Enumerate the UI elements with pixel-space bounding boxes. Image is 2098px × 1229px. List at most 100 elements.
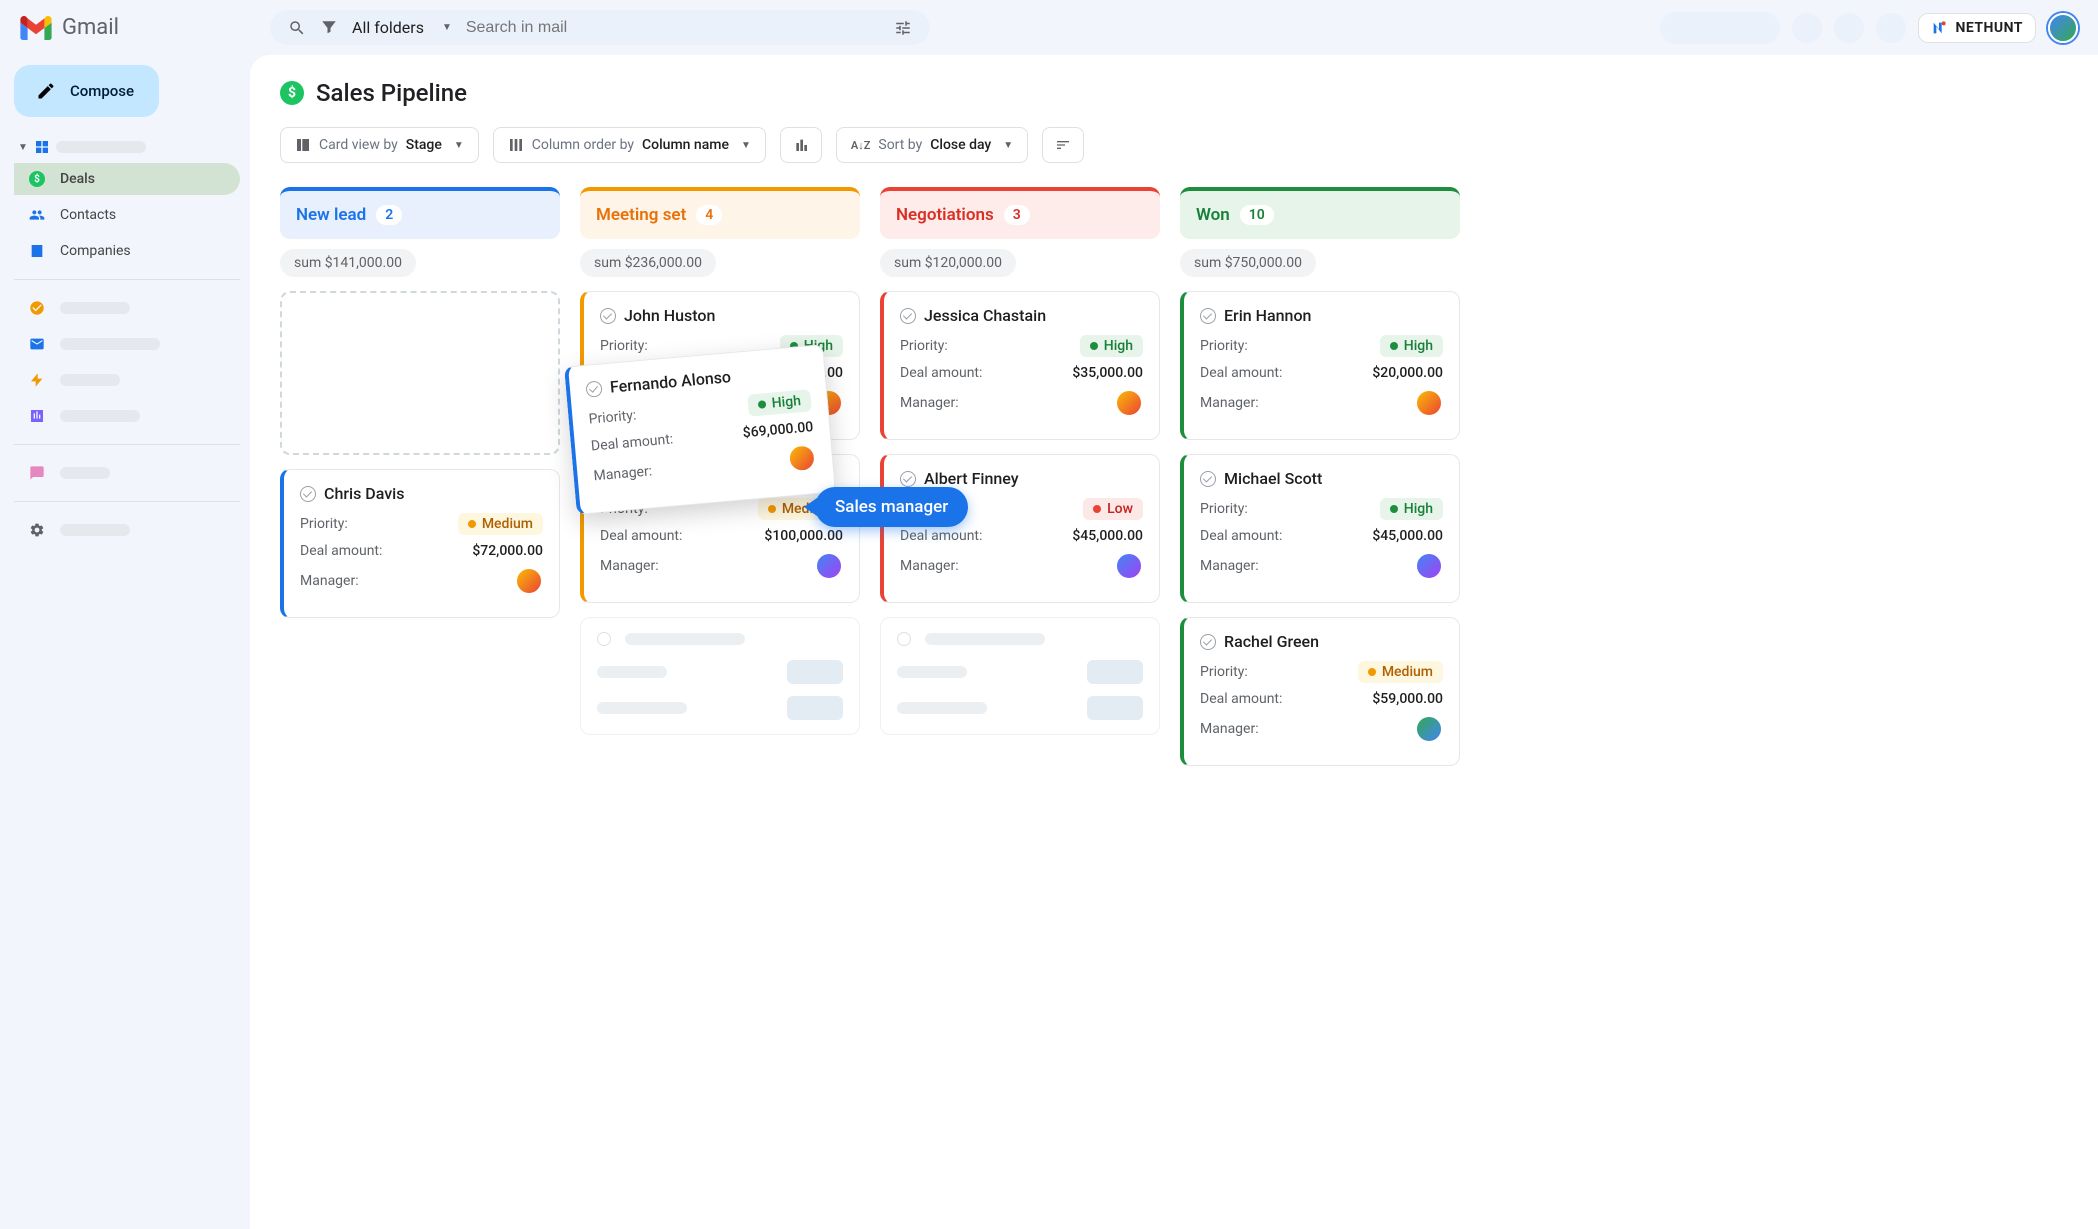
deal-card[interactable]: Rachel GreenPriority:MediumDeal amount:$… (1180, 617, 1460, 766)
sidebar-item-companies[interactable]: Companies (14, 235, 240, 267)
priority-label: Priority: (588, 408, 637, 428)
grid-icon (34, 139, 50, 155)
deal-card[interactable]: Chris DavisPriority:MediumDeal amount:$7… (280, 469, 560, 618)
dragging-deal-card[interactable]: Fernando Alonso Priority:High Deal amoun… (564, 344, 836, 515)
sidebar-item-label: Deals (60, 171, 95, 187)
deal-name: John Huston (624, 306, 715, 325)
card-view-by-select[interactable]: Card view by Stage ▼ (280, 127, 479, 163)
deal-name: Fernando Alonso (609, 367, 732, 397)
chart-icon (28, 407, 46, 425)
amount-label: Deal amount: (590, 431, 673, 454)
search-bar[interactable]: All folders ▼ (270, 10, 930, 45)
deal-name: Albert Finney (924, 469, 1019, 488)
deal-amount: $59,000.00 (1372, 691, 1443, 707)
dollar-icon: $ (280, 81, 304, 105)
column-sum: sum $141,000.00 (280, 249, 416, 277)
manager-avatar[interactable] (1415, 552, 1443, 580)
manager-label: Manager: (1200, 395, 1259, 411)
kanban-column: New lead2sum $141,000.00Chris DavisPrior… (280, 187, 560, 632)
check-circle-icon (300, 486, 316, 502)
column-count: 4 (696, 205, 722, 225)
sidebar-item-deals[interactable]: $ Deals (14, 163, 240, 195)
check-circle-icon (900, 471, 916, 487)
board-icon (295, 137, 311, 153)
page-title: Sales Pipeline (316, 79, 467, 107)
placeholder (60, 302, 130, 314)
filter-button[interactable] (1042, 127, 1084, 163)
column-count: 3 (1004, 205, 1030, 225)
sidebar-item-contacts[interactable]: Contacts (14, 199, 240, 231)
topbar: Gmail All folders ▼ NETHUNT (0, 0, 2098, 55)
column-sum: sum $750,000.00 (1180, 249, 1316, 277)
user-avatar[interactable] (2048, 13, 2078, 43)
search-icon (288, 19, 306, 37)
compose-button[interactable]: Compose (14, 65, 159, 117)
deal-amount: $100,000.00 (764, 528, 843, 544)
amount-label: Deal amount: (300, 543, 382, 559)
manager-avatar[interactable] (1115, 389, 1143, 417)
deal-card[interactable]: Albert FinneyPriority:LowDeal amount:$45… (880, 454, 1160, 603)
sidebar-item-placeholder[interactable] (14, 328, 240, 360)
chart-button[interactable] (780, 127, 822, 163)
priority-label: Priority: (1200, 501, 1248, 517)
deal-amount: $69,000.00 (742, 419, 814, 441)
manager-avatar[interactable] (1415, 389, 1443, 417)
column-order-value: Column name (642, 137, 729, 153)
deal-amount: $35,000.00 (1072, 365, 1143, 381)
chevron-down-icon: ▼ (741, 140, 751, 151)
placeholder (60, 410, 140, 422)
column-title: Won (1196, 205, 1230, 225)
sidebar-item-placeholder[interactable] (14, 400, 240, 432)
sidebar-item-settings[interactable] (14, 514, 240, 546)
nethunt-badge[interactable]: NETHUNT (1918, 13, 2036, 43)
priority-badge: Low (1083, 498, 1143, 520)
check-circle-icon (1200, 634, 1216, 650)
priority-label: Priority: (300, 516, 348, 532)
priority-label: Priority: (1200, 338, 1248, 354)
tune-icon[interactable] (894, 19, 912, 37)
amount-label: Deal amount: (1200, 528, 1282, 544)
sidebar: Compose ▼ $ Deals Contacts Companies (0, 55, 250, 1229)
column-header[interactable]: Negotiations3 (880, 187, 1160, 239)
nethunt-filter-icon[interactable] (320, 19, 338, 37)
sidebar-item-placeholder[interactable] (14, 364, 240, 396)
amount-label: Deal amount: (900, 365, 982, 381)
card-view-label: Card view by (319, 137, 398, 153)
deal-name: Jessica Chastain (924, 306, 1046, 325)
sidebar-collapse-row[interactable]: ▼ (14, 135, 240, 159)
folder-label[interactable]: All folders (352, 18, 424, 37)
manager-label: Manager: (900, 558, 959, 574)
compose-label: Compose (70, 82, 134, 100)
priority-badge: Medium (458, 513, 543, 535)
chevron-down-icon: ▼ (18, 142, 28, 153)
column-header[interactable]: Meeting set 4 (580, 187, 860, 239)
nethunt-label: NETHUNT (1955, 20, 2023, 36)
sort-lines-icon (1055, 137, 1071, 153)
manager-avatar[interactable] (1415, 715, 1443, 743)
ghost-card (580, 617, 860, 735)
priority-label: Priority: (600, 338, 648, 354)
manager-avatar[interactable] (1115, 552, 1143, 580)
column-header[interactable]: Won10 (1180, 187, 1460, 239)
sort-by-select[interactable]: A↓Z Sort by Close day ▼ (836, 127, 1028, 163)
column-order-select[interactable]: Column order by Column name ▼ (493, 127, 766, 163)
priority-badge: High (1080, 335, 1143, 357)
amount-label: Deal amount: (600, 528, 682, 544)
manager-avatar[interactable] (515, 567, 543, 595)
mail-icon (28, 335, 46, 353)
search-input[interactable] (466, 19, 880, 37)
column-title: New lead (296, 205, 366, 225)
sidebar-item-placeholder[interactable] (14, 292, 240, 324)
column-header[interactable]: New lead2 (280, 187, 560, 239)
manager-label: Manager: (593, 463, 653, 484)
deal-card[interactable]: Erin HannonPriority:HighDeal amount:$20,… (1180, 291, 1460, 440)
deal-card[interactable]: Michael ScottPriority:HighDeal amount:$4… (1180, 454, 1460, 603)
deal-card[interactable]: Jessica ChastainPriority:HighDeal amount… (880, 291, 1160, 440)
deal-name: Michael Scott (1224, 469, 1322, 488)
columns-icon (508, 137, 524, 153)
deal-amount: $45,000.00 (1072, 528, 1143, 544)
column-title: Meeting set (596, 205, 686, 225)
sidebar-item-placeholder[interactable] (14, 457, 240, 489)
kanban-column: Won10 sum $750,000.00 Erin HannonPriority:… (1180, 187, 1460, 780)
manager-avatar[interactable] (815, 552, 843, 580)
